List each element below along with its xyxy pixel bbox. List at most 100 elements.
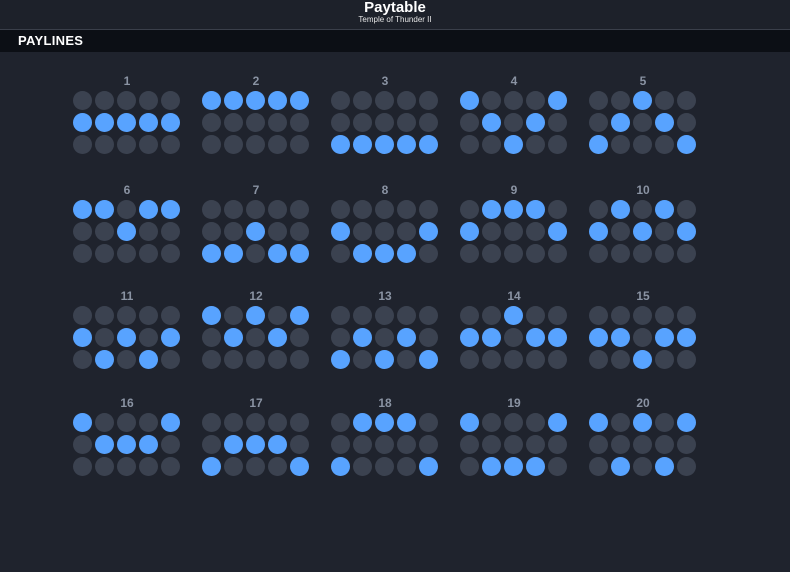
payline-dot	[655, 244, 674, 263]
payline-dot	[73, 350, 92, 369]
payline-dot	[331, 113, 350, 132]
payline-dot	[655, 350, 674, 369]
payline-dot-active	[246, 306, 265, 325]
payline-dot	[482, 244, 501, 263]
payline-dot-active	[504, 457, 523, 476]
payline-number: 17	[249, 396, 263, 410]
payline-dot	[397, 200, 416, 219]
payline-dot-active	[397, 413, 416, 432]
payline-dot-active	[633, 413, 652, 432]
payline-dot	[548, 350, 567, 369]
payline-dot-active	[202, 306, 221, 325]
payline-dot	[331, 328, 350, 347]
paylines-grid: 1 2 3 4 5 6 7 8 9 10 11 12 13 14 15 16 17 18 19 20	[0, 0, 790, 572]
payline-dot-active	[331, 222, 350, 241]
payline-dot	[202, 413, 221, 432]
payline-dot	[633, 113, 652, 132]
payline-dot	[526, 244, 545, 263]
payline-dot	[139, 135, 158, 154]
payline-dot-active	[161, 113, 180, 132]
payline-dot	[419, 413, 438, 432]
payline-dot	[655, 135, 674, 154]
payline-dot	[589, 200, 608, 219]
payline-16: 16	[72, 396, 182, 486]
payline-7: 7	[201, 183, 311, 273]
payline-dot-active	[419, 135, 438, 154]
payline-dot-active	[460, 91, 479, 110]
payline-dot	[482, 435, 501, 454]
payline-dot	[677, 244, 696, 263]
payline-13: 13	[330, 289, 440, 379]
payline-dot-active	[677, 222, 696, 241]
payline-dot	[161, 435, 180, 454]
payline-dot	[290, 113, 309, 132]
payline-dot	[548, 135, 567, 154]
payline-dot-active	[611, 113, 630, 132]
payline-dot	[353, 435, 372, 454]
payline-dot	[397, 350, 416, 369]
payline-dot	[268, 350, 287, 369]
payline-dot-active	[117, 113, 136, 132]
payline-dot	[95, 244, 114, 263]
payline-dot-active	[460, 328, 479, 347]
payline-1: 1	[72, 74, 182, 164]
payline-dot-active	[548, 91, 567, 110]
payline-dot-active	[117, 222, 136, 241]
payline-dot	[224, 306, 243, 325]
payline-dot	[633, 328, 652, 347]
payline-14: 14	[459, 289, 569, 379]
payline-dot-active	[353, 135, 372, 154]
payline-number: 13	[378, 289, 392, 303]
payline-dot-active	[419, 457, 438, 476]
payline-dot	[548, 113, 567, 132]
payline-dot	[353, 113, 372, 132]
payline-dot	[589, 457, 608, 476]
payline-dot	[139, 328, 158, 347]
payline-dot	[246, 328, 265, 347]
payline-number: 9	[510, 183, 518, 197]
payline-dot	[353, 200, 372, 219]
payline-dot	[589, 350, 608, 369]
payline-dot-active	[331, 457, 350, 476]
payline-dot	[375, 200, 394, 219]
payline-dot	[268, 135, 287, 154]
payline-dot-active	[161, 413, 180, 432]
payline-dot	[290, 350, 309, 369]
payline-dot	[655, 413, 674, 432]
payline-dot	[290, 222, 309, 241]
payline-dot	[611, 222, 630, 241]
payline-dot	[482, 350, 501, 369]
payline-dot	[375, 457, 394, 476]
payline-dot	[331, 435, 350, 454]
payline-8: 8	[330, 183, 440, 273]
payline-dot	[139, 91, 158, 110]
payline-dot	[202, 222, 221, 241]
payline-dot	[202, 328, 221, 347]
payline-18: 18	[330, 396, 440, 486]
payline-dot-active	[589, 328, 608, 347]
payline-dot	[268, 222, 287, 241]
payline-dot-active	[290, 91, 309, 110]
payline-dot	[548, 435, 567, 454]
payline-dot-active	[139, 350, 158, 369]
payline-dot	[460, 200, 479, 219]
payline-dot-active	[589, 135, 608, 154]
payline-dot	[460, 350, 479, 369]
payline-dot	[419, 306, 438, 325]
payline-dot	[73, 306, 92, 325]
payline-number: 19	[507, 396, 521, 410]
payline-dot-active	[224, 328, 243, 347]
payline-dot	[353, 350, 372, 369]
payline-dot	[419, 113, 438, 132]
payline-dot	[353, 306, 372, 325]
payline-dot	[482, 135, 501, 154]
payline-dot	[611, 350, 630, 369]
payline-dot	[526, 91, 545, 110]
payline-dot-active	[482, 200, 501, 219]
payline-dot	[331, 200, 350, 219]
payline-dot	[375, 91, 394, 110]
payline-dot-active	[655, 457, 674, 476]
payline-dot	[397, 306, 416, 325]
payline-dot	[331, 244, 350, 263]
payline-dot	[73, 91, 92, 110]
